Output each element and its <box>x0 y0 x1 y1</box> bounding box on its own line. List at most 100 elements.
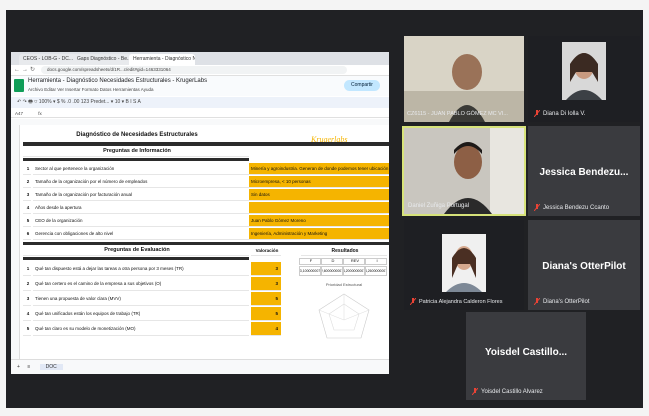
header-bar <box>249 142 389 146</box>
mic-muted-icon <box>472 388 478 395</box>
participant-tile[interactable]: Diana's OtterPilot Diana's OtterPilot <box>528 220 640 310</box>
participant-name: Diana Di Iolla V. <box>534 110 585 117</box>
sheet-tabs-bar: + ≡ DOC <box>11 359 389 374</box>
reload-icon[interactable]: ↻ <box>30 66 35 74</box>
eval-row-number: 2 <box>23 277 31 291</box>
participant-video <box>404 36 524 122</box>
address-bar: ← → ↻ docs.google.com/spreadsheets/d/1R.… <box>11 65 389 76</box>
menu-bar[interactable]: Archivo Editar Ver Insertar Formato Dato… <box>28 87 153 92</box>
result-column-header: D <box>321 258 343 265</box>
radar-chart-graphic <box>318 293 370 339</box>
priority-chart[interactable]: Prioridad Estructural <box>301 280 387 350</box>
info-answer[interactable]: Juan Pablo Gómez Moreno <box>249 215 389 227</box>
participant-display-name: Jessica Bendezu... <box>539 167 629 179</box>
participant-tile[interactable]: Patricia Alejandra Calderon Flores <box>404 220 524 310</box>
formula-bar: A47 fx <box>11 109 389 118</box>
participant-display-name: Diana's OtterPilot <box>542 261 626 273</box>
browser-tab[interactable]: CEOS - LOB-G - DC... <box>19 54 77 65</box>
info-row-number: 6 <box>23 228 31 240</box>
info-row-number: 4 <box>23 202 31 214</box>
mic-muted-icon <box>534 204 540 211</box>
info-question[interactable]: Tamaño de la organización por el número … <box>33 176 249 188</box>
participant-name: Jessica Bendezu Ccanto <box>534 204 609 211</box>
participant-display-name: Yoisdel Castillo... <box>484 347 568 359</box>
info-question[interactable]: Tamaño de la organización por facturació… <box>33 189 249 201</box>
forward-icon[interactable]: → <box>22 66 28 74</box>
url-field[interactable]: docs.google.com/spreadsheets/d/1R...c/ed… <box>41 66 347 74</box>
section-title-2: Preguntas de Evaluación <box>23 246 249 256</box>
sheets-logo-icon[interactable] <box>14 79 24 92</box>
eval-question[interactable]: Tienen una propuesta de valor clara (MVV… <box>33 292 249 306</box>
info-answer[interactable]: Sin datos <box>249 189 389 201</box>
result-column-header: REV <box>343 258 365 265</box>
info-answer[interactable]: Ingeniería, Administración y Marketing <box>249 228 389 240</box>
eval-question[interactable]: Qué tan certero es el camino de la empre… <box>33 277 249 291</box>
result-column-header: I <box>365 258 387 265</box>
participant-tile-active-speaker[interactable]: Daniel Zuñiga Portugal <box>402 126 526 216</box>
info-question[interactable]: Gerencia con obligaciones de alto nivel <box>33 228 249 240</box>
eval-value-cell[interactable]: 4 <box>251 322 281 336</box>
participant-tile[interactable]: Jessica Bendezu... Jessica Bendezu Ccant… <box>528 126 640 216</box>
info-answer[interactable]: Microempresa, < 10 personas <box>249 176 389 188</box>
mic-muted-icon <box>534 110 540 117</box>
eval-question[interactable]: Qué tan unificados están los equipos de … <box>33 307 249 321</box>
sheet-tab[interactable]: DOC <box>39 364 63 370</box>
eval-row-number: 1 <box>23 262 31 276</box>
eval-question[interactable]: Qué tan claro es su modelo de monetizaci… <box>33 322 249 336</box>
participant-name: CZ6115 - JUAN PABLO GÓMEZ MC VI... <box>407 111 508 117</box>
eval-row-number: 3 <box>23 292 31 306</box>
participant-video <box>442 234 486 292</box>
info-question[interactable]: CEO de la organización <box>33 215 249 227</box>
mic-muted-icon <box>534 298 540 305</box>
all-sheets-icon[interactable]: ≡ <box>27 364 30 370</box>
header-bar <box>23 142 249 146</box>
info-row-number: 3 <box>23 189 31 201</box>
result-value: 4,2600000007 <box>365 266 387 276</box>
browser-tab-active[interactable]: Herramienta - Diagnóstico N... <box>129 54 195 65</box>
participant-tile[interactable]: CZ6115 - JUAN PABLO GÓMEZ MC VI... <box>404 36 524 122</box>
result-value: 4,2000000007 <box>343 266 365 276</box>
eval-question[interactable]: Qué tan dispuesto está a dejar las tarea… <box>33 262 249 276</box>
sheet-header: Herramienta - Diagnóstico Necesidades Es… <box>11 76 389 96</box>
resultados-header: Resultados <box>301 246 387 256</box>
info-answer[interactable] <box>249 202 389 214</box>
participant-name: Diana's OtterPilot <box>534 298 590 305</box>
participant-name: Daniel Zuñiga Portugal <box>408 203 470 209</box>
fx-icon: fx <box>38 111 42 116</box>
info-question[interactable]: Años desde la apertura <box>33 202 249 214</box>
participant-name: Yoisdel Castillo Alvarez <box>472 388 543 395</box>
add-sheet-icon[interactable]: + <box>17 364 20 370</box>
mic-muted-icon <box>410 298 416 305</box>
spreadsheet-grid[interactable]: Diagnóstico de Necesidades Estructurales… <box>11 125 389 359</box>
eval-row-number: 4 <box>23 307 31 321</box>
info-row-number: 5 <box>23 215 31 227</box>
result-value: 2,6000000007 <box>321 266 343 276</box>
participant-name: Patricia Alejandra Calderon Flores <box>410 298 502 305</box>
section-title-1: Diagnóstico de Necesidades Estructurales <box>76 132 198 139</box>
info-question[interactable]: Sector al que pertenece la organización <box>33 163 249 175</box>
sheet-toolbar[interactable]: ↶ ↷ 🖶 ⛉ 100% ▾ $ % .0 .00 123 Predet... … <box>11 97 389 108</box>
eval-value-cell[interactable]: 5 <box>251 307 281 321</box>
share-button[interactable]: Compartir <box>344 80 380 91</box>
info-answer[interactable]: Minería y agroindustria. Generan de dond… <box>249 163 389 175</box>
browser-tab[interactable]: Gaps Diagnóstico - Be... <box>73 54 133 65</box>
header-bar <box>23 257 249 260</box>
valoracion-header: Valoración <box>251 246 281 256</box>
participant-video <box>562 42 606 100</box>
browser-tabbar: CEOS - LOB-G - DC... Gaps Diagnóstico - … <box>11 52 389 65</box>
section-subtitle-1: Preguntas de Información <box>23 147 249 157</box>
header-bar <box>23 242 389 245</box>
participant-tile[interactable]: Yoisdel Castillo... Yoisdel Castillo Alv… <box>466 312 586 400</box>
name-box[interactable]: A47 <box>15 111 23 116</box>
doc-title[interactable]: Herramienta - Diagnóstico Necesidades Es… <box>28 78 207 84</box>
back-icon[interactable]: ← <box>14 66 20 74</box>
result-value: 3,100000007 <box>299 266 321 276</box>
shared-screen: CEOS - LOB-G - DC... Gaps Diagnóstico - … <box>11 52 389 374</box>
eval-value-cell[interactable]: 3 <box>251 277 281 291</box>
result-column-header: F <box>299 258 321 265</box>
eval-value-cell[interactable]: 3 <box>251 262 281 276</box>
participant-tile[interactable]: Diana Di Iolla V. <box>528 36 640 122</box>
eval-row-number: 5 <box>23 322 31 336</box>
eval-value-cell[interactable]: 5 <box>251 292 281 306</box>
info-row-number: 2 <box>23 176 31 188</box>
